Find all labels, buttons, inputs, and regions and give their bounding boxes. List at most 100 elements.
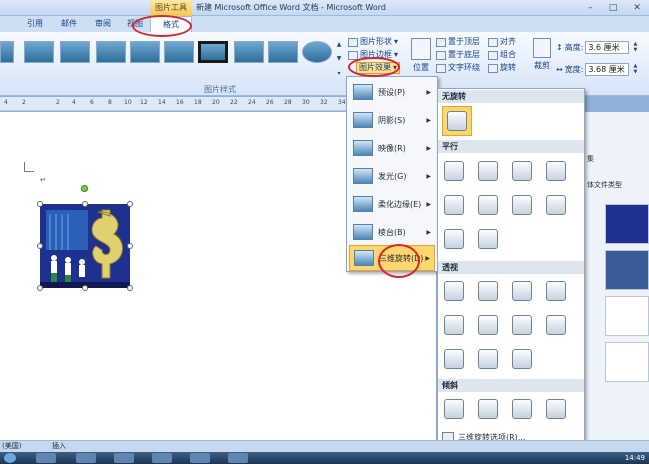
- perspective-option[interactable]: [508, 277, 536, 305]
- picture-style-thumb[interactable]: [24, 41, 54, 63]
- ruler-tick: 22: [230, 99, 238, 106]
- rotate-handle[interactable]: [81, 185, 88, 192]
- clipart-thumb[interactable]: [605, 296, 649, 336]
- picture-style-thumb[interactable]: [234, 41, 264, 63]
- parallel-option[interactable]: [440, 225, 468, 253]
- parallel-option[interactable]: [440, 157, 468, 185]
- start-button[interactable]: [4, 453, 16, 463]
- ruler-tick: 10: [124, 99, 132, 106]
- perspective-option[interactable]: [474, 345, 502, 373]
- oblique-option[interactable]: [474, 395, 502, 423]
- maximize-icon[interactable]: □: [609, 3, 618, 13]
- menu-item-shadow[interactable]: 阴影(S) ▶: [349, 107, 435, 133]
- parallel-option[interactable]: [508, 191, 536, 219]
- clipart-thumb[interactable]: [605, 342, 649, 382]
- position-label: 位置: [413, 63, 429, 72]
- parallel-option[interactable]: [508, 157, 536, 185]
- parallel-option[interactable]: [440, 191, 468, 219]
- rotation-preview-icon: [478, 195, 498, 215]
- insert-mode-status[interactable]: 插入: [52, 441, 66, 452]
- taskbar-app-icon[interactable]: [36, 453, 56, 463]
- tab-references[interactable]: 引用: [20, 16, 50, 32]
- oblique-option[interactable]: [440, 395, 468, 423]
- chevron-up-icon[interactable]: ▲: [337, 41, 342, 48]
- no-rotation-option[interactable]: [442, 106, 472, 136]
- picture-style-thumb[interactable]: [302, 41, 332, 63]
- menu-item-glow[interactable]: 发光(G) ▶: [349, 163, 435, 189]
- taskbar-app-icon[interactable]: [228, 453, 248, 463]
- picture-style-thumb[interactable]: [268, 41, 298, 63]
- perspective-option[interactable]: [542, 277, 570, 305]
- parallel-option[interactable]: [474, 157, 502, 185]
- resize-handle[interactable]: [127, 243, 133, 249]
- picture-style-thumb[interactable]: [164, 41, 194, 63]
- resize-handle[interactable]: [37, 243, 43, 249]
- height-input[interactable]: 3.6 厘米: [585, 40, 630, 54]
- bring-front-button[interactable]: 置于顶层: [436, 36, 480, 48]
- parallel-option[interactable]: [542, 157, 570, 185]
- language-status: (美国): [2, 442, 22, 450]
- picture-style-thumb[interactable]: [130, 41, 160, 63]
- clipart-thumb[interactable]: [605, 250, 649, 290]
- taskbar-app-icon[interactable]: [152, 453, 172, 463]
- clipart-thumb[interactable]: [605, 204, 649, 244]
- close-icon[interactable]: ✕: [633, 3, 641, 13]
- rotate-button[interactable]: 旋转: [488, 62, 516, 74]
- annotation-oval: [348, 57, 400, 77]
- oblique-option[interactable]: [508, 395, 536, 423]
- parallel-option[interactable]: [542, 191, 570, 219]
- parallel-option[interactable]: [474, 225, 502, 253]
- perspective-option[interactable]: [508, 345, 536, 373]
- perspective-option[interactable]: [474, 311, 502, 339]
- oblique-option[interactable]: [542, 395, 570, 423]
- gallery-scroll[interactable]: ▲ ▼ ▾: [334, 37, 344, 81]
- height-row: ↕ 高度: 3.6 厘米 ▲ ▼: [556, 40, 639, 54]
- height-spinner[interactable]: ▲ ▼: [631, 41, 639, 54]
- menu-item-reflection[interactable]: 映像(R) ▶: [349, 135, 435, 161]
- taskbar-app-icon[interactable]: [76, 453, 96, 463]
- tab-review[interactable]: 审阅: [88, 16, 118, 32]
- perspective-option[interactable]: [440, 277, 468, 305]
- selected-picture[interactable]: [40, 204, 130, 288]
- picture-style-thumb[interactable]: [60, 41, 90, 63]
- tab-mailings[interactable]: 邮件: [54, 16, 84, 32]
- resize-handle[interactable]: [37, 285, 43, 291]
- menu-item-preset[interactable]: 预设(P) ▶: [349, 79, 435, 105]
- minimize-icon[interactable]: –: [588, 3, 593, 13]
- resize-handle[interactable]: [82, 201, 88, 207]
- resize-handle[interactable]: [82, 285, 88, 291]
- group-button[interactable]: 组合: [488, 49, 516, 61]
- crop-button[interactable]: 裁剪: [530, 36, 554, 80]
- picture-style-thumb[interactable]: [198, 41, 228, 63]
- resize-handle[interactable]: [127, 285, 133, 291]
- rotation-preview-icon: [546, 281, 566, 301]
- width-spinner[interactable]: ▲ ▼: [631, 63, 639, 76]
- taskbar-app-icon[interactable]: [190, 453, 210, 463]
- chevron-down-icon[interactable]: ▼: [337, 55, 342, 62]
- align-button[interactable]: 对齐: [488, 36, 516, 48]
- menu-item-bevel[interactable]: 棱台(B) ▶: [349, 219, 435, 245]
- perspective-option[interactable]: [440, 311, 468, 339]
- position-button[interactable]: 位置: [408, 36, 434, 80]
- chevron-right-icon: ▶: [426, 228, 431, 236]
- width-input[interactable]: 3.68 厘米: [585, 62, 630, 76]
- send-back-button[interactable]: 置于底层: [436, 49, 480, 61]
- picture-style-thumb[interactable]: [0, 41, 14, 63]
- perspective-option[interactable]: [542, 311, 570, 339]
- text-wrap-button[interactable]: 文字环绕: [436, 62, 480, 74]
- ruler-tick: 2: [56, 99, 60, 106]
- perspective-option[interactable]: [474, 277, 502, 305]
- picture-shape-button[interactable]: 图片形状 ▾: [348, 36, 398, 48]
- perspective-option[interactable]: [508, 311, 536, 339]
- ruler-tick: 14: [158, 99, 166, 106]
- bevel-icon: [353, 224, 373, 240]
- picture-style-thumb[interactable]: [96, 41, 126, 63]
- perspective-option[interactable]: [440, 345, 468, 373]
- menu-item-soft-edges[interactable]: 柔化边缘(E) ▶: [349, 191, 435, 217]
- more-icon[interactable]: ▾: [337, 70, 340, 77]
- resize-handle[interactable]: [127, 201, 133, 207]
- parallel-option[interactable]: [474, 191, 502, 219]
- resize-handle[interactable]: [37, 201, 43, 207]
- taskbar-app-icon[interactable]: [114, 453, 134, 463]
- clipart-image: [40, 204, 130, 288]
